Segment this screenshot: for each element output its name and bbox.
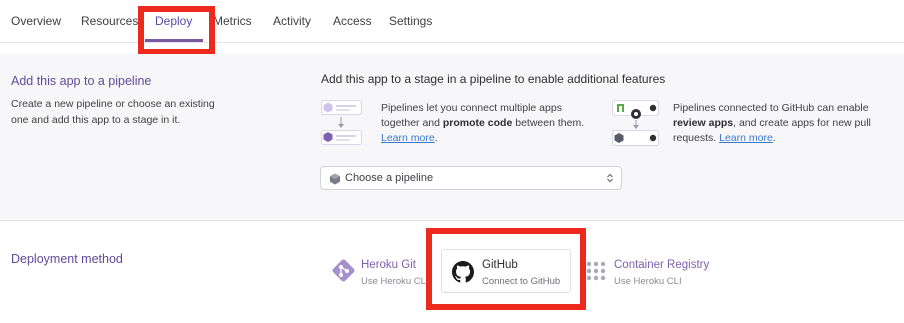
github-review-apps-icon xyxy=(612,100,659,146)
feature-promote-text-end: between them. xyxy=(512,117,585,129)
git-icon xyxy=(332,259,355,282)
feature-promote-period: . xyxy=(434,132,438,144)
feature-github-text-start: Pipelines connected to GitHub can enable xyxy=(673,102,869,114)
pipeline-feature-promote-text: Pipelines let you connect multiple apps … xyxy=(381,101,596,146)
active-tab-indicator xyxy=(145,39,203,42)
tab-settings[interactable]: Settings xyxy=(389,14,432,28)
deployment-method-title: Deployment method xyxy=(11,252,123,266)
pipeline-section: Add this app to a pipeline Create a new … xyxy=(0,54,904,221)
pipeline-section-title: Add this app to a pipeline xyxy=(11,74,152,88)
feature-github-bold: review apps xyxy=(673,117,734,129)
github-sublabel: Connect to GitHub xyxy=(482,276,561,287)
container-registry-method[interactable]: Container Registry Use Heroku CLI xyxy=(583,256,723,290)
github-label: GitHub xyxy=(482,259,518,271)
container-registry-label: Container Registry xyxy=(614,259,710,271)
select-updown-icon xyxy=(607,173,613,183)
feature-promote-bold: promote code xyxy=(442,117,513,129)
tab-resources[interactable]: Resources xyxy=(81,14,138,28)
tab-deploy[interactable]: Deploy xyxy=(155,14,192,28)
tab-activity[interactable]: Activity xyxy=(273,14,311,28)
heroku-git-method[interactable]: Heroku Git Use Heroku CLI xyxy=(328,256,429,290)
container-registry-sublabel: Use Heroku CLI xyxy=(614,276,682,287)
github-icon xyxy=(452,261,474,283)
pipeline-promote-icon xyxy=(321,100,362,145)
app-tab-bar: Overview Resources Deploy Metrics Activi… xyxy=(0,0,904,43)
pipeline-learn-more-link[interactable]: Learn more xyxy=(381,132,435,144)
pipeline-stage-title: Add this app to a stage in a pipeline to… xyxy=(321,72,666,86)
tab-metrics[interactable]: Metrics xyxy=(213,14,252,28)
feature-github-period: . xyxy=(772,132,776,144)
pipeline-feature-github-text: Pipelines connected to GitHub can enable… xyxy=(673,101,888,146)
github-method-card[interactable]: GitHub Connect to GitHub xyxy=(441,249,571,293)
github-learn-more-link[interactable]: Learn more xyxy=(719,132,773,144)
tab-overview[interactable]: Overview xyxy=(11,14,61,28)
container-registry-icon xyxy=(586,261,606,281)
tab-access[interactable]: Access xyxy=(333,14,372,28)
choose-pipeline-select[interactable]: Choose a pipeline xyxy=(320,166,622,190)
heroku-git-sublabel: Use Heroku CLI xyxy=(361,276,429,287)
choose-pipeline-label: Choose a pipeline xyxy=(345,172,434,184)
pipeline-description: Create a new pipeline or choose an exist… xyxy=(11,98,215,126)
pipeline-hexagon-icon xyxy=(330,173,340,185)
heroku-git-label: Heroku Git xyxy=(361,259,416,271)
